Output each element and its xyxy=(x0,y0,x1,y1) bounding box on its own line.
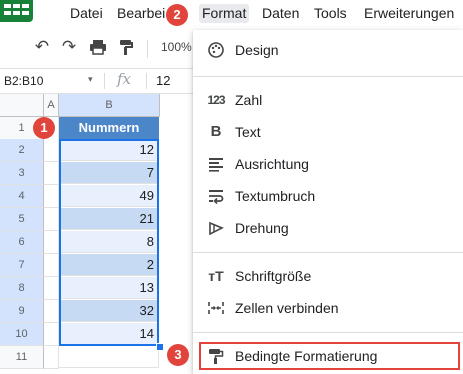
row-header[interactable]: 5 xyxy=(0,208,44,231)
align-icon xyxy=(207,155,225,173)
sheets-logo-icon[interactable] xyxy=(0,0,33,22)
cell-a[interactable] xyxy=(44,323,59,346)
menu-item-label: Textumbruch xyxy=(235,188,316,204)
undo-icon[interactable]: ↶ xyxy=(33,38,51,56)
menu-item-label: Text xyxy=(235,124,261,140)
menu-bar: Datei Bearbei Format Daten Tools Erweite… xyxy=(0,0,463,30)
formula-divider-2 xyxy=(146,73,147,89)
toolbar-divider xyxy=(147,40,148,58)
paint-format-icon[interactable] xyxy=(117,38,135,56)
text-wrap-icon xyxy=(207,187,225,205)
cell-a[interactable] xyxy=(44,139,59,162)
menu-item-label: Schriftgröße xyxy=(235,268,312,284)
cell-a[interactable] xyxy=(44,300,59,323)
row-header[interactable]: 2 xyxy=(0,139,44,162)
bold-icon: B xyxy=(210,123,222,140)
menu-item-design[interactable]: Design xyxy=(193,34,463,66)
cell-a[interactable] xyxy=(44,277,59,300)
menu-item-label: Zellen verbinden xyxy=(235,300,339,316)
menu-item-textumbruch[interactable]: Textumbruch xyxy=(193,180,463,212)
menu-divider xyxy=(193,332,463,333)
cell-a[interactable] xyxy=(44,231,59,254)
row-header[interactable]: 6 xyxy=(0,231,44,254)
formula-input[interactable]: 12 xyxy=(156,73,170,88)
number-format-icon: 123 xyxy=(207,93,225,107)
menu-item-label: Drehung xyxy=(235,220,289,236)
callout-3: 3 xyxy=(167,344,189,366)
formula-divider xyxy=(104,73,105,89)
menu-bearbeiten[interactable]: Bearbei xyxy=(117,5,165,21)
menu-item-ausrichtung[interactable]: Ausrichtung xyxy=(193,148,463,180)
rotation-icon xyxy=(207,219,225,237)
row-header[interactable]: 9 xyxy=(0,300,44,323)
empty-cell[interactable] xyxy=(59,346,159,368)
print-icon[interactable] xyxy=(89,38,107,56)
name-box[interactable]: B2:B10 xyxy=(4,71,98,91)
menu-daten[interactable]: Daten xyxy=(262,5,299,21)
row-header[interactable]: 4 xyxy=(0,185,44,208)
font-size-icon: тT xyxy=(208,268,224,284)
name-box-dropdown-icon[interactable]: ▾ xyxy=(88,74,93,85)
cell-a[interactable] xyxy=(44,254,59,277)
column-header-b[interactable]: B xyxy=(59,94,160,117)
menu-item-zellen-verbinden[interactable]: Zellen verbinden xyxy=(193,292,463,324)
header-cell-nummern[interactable]: Nummern xyxy=(59,117,159,139)
selection-fill-handle[interactable] xyxy=(156,343,164,351)
selection-range xyxy=(59,139,159,346)
menu-divider xyxy=(193,252,463,253)
menu-item-drehung[interactable]: Drehung xyxy=(193,212,463,244)
merge-cells-icon xyxy=(207,299,225,317)
row-header[interactable]: 3 xyxy=(0,162,44,185)
row-header[interactable]: 8 xyxy=(0,277,44,300)
menu-erweiterungen[interactable]: Erweiterungen xyxy=(364,5,454,21)
menu-item-text[interactable]: B Text xyxy=(193,116,463,148)
cell-a[interactable] xyxy=(44,162,59,185)
format-menu: Design 123 Zahl B Text Ausrichtung Textu… xyxy=(193,30,463,374)
row-header[interactable]: 11 xyxy=(0,346,44,369)
row-header[interactable]: 7 xyxy=(0,254,44,277)
menu-item-schriftgroesse[interactable]: тT Schriftgröße xyxy=(193,260,463,292)
menu-item-label: Design xyxy=(235,42,279,58)
zoom-select[interactable]: 100% xyxy=(161,40,192,54)
redo-icon[interactable]: ↷ xyxy=(60,38,78,56)
palette-icon xyxy=(207,41,225,59)
fx-icon: fx xyxy=(117,70,132,88)
cell-a[interactable] xyxy=(44,346,59,369)
menu-tools[interactable]: Tools xyxy=(314,5,347,21)
row-header[interactable]: 10 xyxy=(0,323,44,346)
callout-2: 2 xyxy=(166,4,188,26)
highlight-conditional-formatting xyxy=(199,342,460,370)
menu-datei[interactable]: Datei xyxy=(70,5,103,21)
select-all-corner[interactable] xyxy=(0,94,44,117)
menu-item-label: Zahl xyxy=(235,92,263,108)
callout-1: 1 xyxy=(33,117,55,139)
cell-a[interactable] xyxy=(44,208,59,231)
menu-format[interactable]: Format xyxy=(199,4,250,23)
menu-item-label: Ausrichtung xyxy=(235,156,309,172)
cell-a[interactable] xyxy=(44,185,59,208)
menu-item-zahl[interactable]: 123 Zahl xyxy=(193,84,463,116)
column-header-a[interactable]: A xyxy=(44,94,59,117)
menu-divider xyxy=(193,76,463,77)
